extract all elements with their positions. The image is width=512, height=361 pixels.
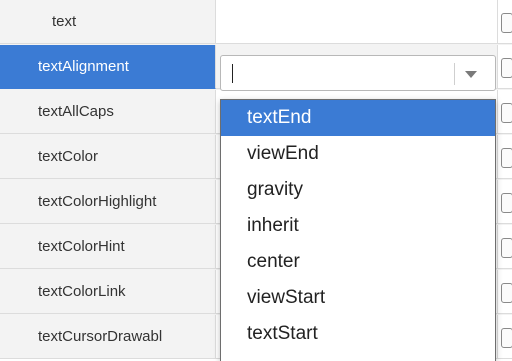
dropdown-option-viewEnd[interactable]: viewEnd xyxy=(221,136,495,172)
attribute-name: textColorHint xyxy=(38,238,125,255)
resource-picker-handle[interactable] xyxy=(501,328,512,348)
attribute-name-cell: textAllCaps xyxy=(0,90,216,134)
attribute-name: textAllCaps xyxy=(38,103,114,120)
attribute-name-cell: textColorHint xyxy=(0,225,216,269)
attribute-name: textCursorDrawabl xyxy=(38,328,163,345)
dropdown-option-textEnd[interactable]: textEnd xyxy=(221,100,495,136)
attribute-name: textColor xyxy=(38,148,99,165)
alignment-dropdown-list: textEnd viewEnd gravity inherit center v… xyxy=(220,99,496,361)
dropdown-option-center[interactable]: center xyxy=(221,244,495,280)
attribute-name-cell: text xyxy=(0,0,216,44)
attribute-name-cell: textColorLink xyxy=(0,270,216,314)
attribute-name-cell: textCursorDrawabl xyxy=(0,315,216,359)
dropdown-option-viewStart[interactable]: viewStart xyxy=(221,280,495,316)
resource-picker-handle[interactable] xyxy=(501,193,512,213)
row-extra-cell xyxy=(498,225,512,269)
resource-picker-handle[interactable] xyxy=(501,58,512,78)
chevron-down-icon[interactable] xyxy=(465,71,477,78)
attribute-name: text xyxy=(52,13,77,30)
row-extra-cell xyxy=(498,90,512,134)
dropdown-option-inherit[interactable]: inherit xyxy=(221,208,495,244)
table-row-text[interactable]: text xyxy=(0,0,512,45)
row-extra-cell xyxy=(498,45,512,89)
text-alignment-combobox[interactable] xyxy=(220,55,496,91)
row-extra-cell xyxy=(498,270,512,314)
attribute-name-cell: textColorHighlight xyxy=(0,180,216,224)
resource-picker-handle[interactable] xyxy=(501,238,512,258)
resource-picker-handle[interactable] xyxy=(501,13,512,33)
attribute-name: textColorHighlight xyxy=(38,193,157,210)
resource-picker-handle[interactable] xyxy=(501,283,512,303)
attribute-name-cell: textColor xyxy=(0,135,216,179)
attribute-name-cell: textAlignment xyxy=(0,45,216,89)
attribute-value-cell[interactable] xyxy=(216,0,498,44)
attribute-name: textColorLink xyxy=(38,283,126,300)
row-extra-cell xyxy=(498,0,512,44)
attribute-name: textAlignment xyxy=(38,58,129,75)
combobox-divider xyxy=(454,63,455,85)
row-extra-cell xyxy=(498,315,512,359)
dropdown-option-gravity[interactable]: gravity xyxy=(221,172,495,208)
text-caret xyxy=(232,64,233,83)
row-extra-cell xyxy=(498,180,512,224)
dropdown-option-textStart[interactable]: textStart xyxy=(221,316,495,352)
row-extra-cell xyxy=(498,135,512,179)
resource-picker-handle[interactable] xyxy=(501,148,512,168)
resource-picker-handle[interactable] xyxy=(501,103,512,123)
